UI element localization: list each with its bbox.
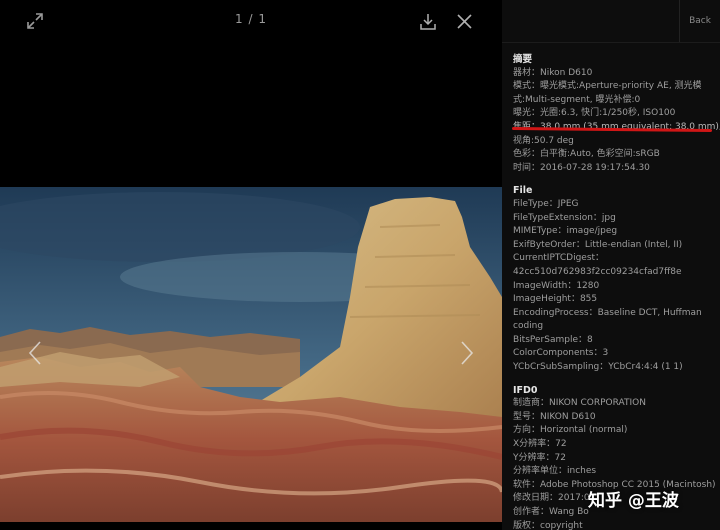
ifd0-line: 型号：NIKON D610 [513,411,596,422]
ifd0-line: 分辨率单位：inches [513,466,597,477]
ifd0-line: 版权：copyright [513,520,583,530]
chevron-left-icon[interactable] [26,338,44,368]
summary-section-title: 摘要 [513,54,533,65]
summary-line: 色彩：白平衡:Auto, 色彩空间:sRGB [513,149,660,160]
file-line: ExifByteOrder：Little-endian (Intel, II) [513,239,683,250]
exif-sidebar: Back 摘要 器材：Nikon D610 模式：曝光模式:Aperture-p… [502,0,720,530]
watermark-text: 知乎 @王波 [588,491,679,511]
file-section-title: File [513,185,533,197]
file-line: coding [513,321,544,332]
zhihu-watermark: 知乎 @王波 [588,486,679,511]
summary-line: 模式：曝光模式:Aperture-priority AE, 测光模 [513,81,702,92]
file-line: ImageWidth：1280 [513,280,600,291]
download-icon[interactable] [417,10,439,32]
close-icon[interactable] [453,10,475,32]
back-button[interactable]: Back [679,0,720,42]
summary-line: 曝光：光圈:6.3, 快门:1/250秒, ISO100 [513,108,676,119]
ifd0-section-title: IFD0 [513,384,538,396]
file-line: MIMEType：image/jpeg [513,226,618,237]
chevron-right-icon[interactable] [458,338,476,368]
file-line: 42cc510d762983f2cc09234cfad7ff8e [513,266,682,277]
file-line: EncodingProcess：Baseline DCT, Huffman [513,307,702,318]
ifd0-line: Y分辨率：72 [513,452,566,463]
summary-line: 视角:50.7 deg [513,135,574,146]
summary-line: 器材：Nikon D610 [513,67,593,78]
file-line: ImageHeight：855 [513,294,598,305]
sidebar-header: Back [502,0,720,43]
ifd0-line: 制造商：NIKON CORPORATION [513,398,646,409]
exif-metadata: 摘要 器材：Nikon D610 模式：曝光模式:Aperture-priori… [502,43,720,530]
file-line: FileType：JPEG [513,198,579,209]
file-line: CurrentIPTCDigest： [513,253,605,264]
file-line: ColorComponents：3 [513,348,609,359]
ifd0-line: X分辨率：72 [513,439,567,450]
summary-line: 式:Multi-segment, 曝光补偿:0 [513,94,641,105]
landscape-photo [0,187,502,522]
ifd0-line: 方向：Horizontal (normal) [513,425,628,436]
file-line: FileTypeExtension：jpg [513,212,616,223]
summary-line: 时间：2016-07-28 19:17:54.30 [513,162,650,173]
file-line: BitsPerSample：8 [513,334,593,345]
file-line: YCbCrSubSampling：YCbCr4:4:4 (1 1) [513,362,683,373]
image-viewer: 1 / 1 [0,0,502,530]
